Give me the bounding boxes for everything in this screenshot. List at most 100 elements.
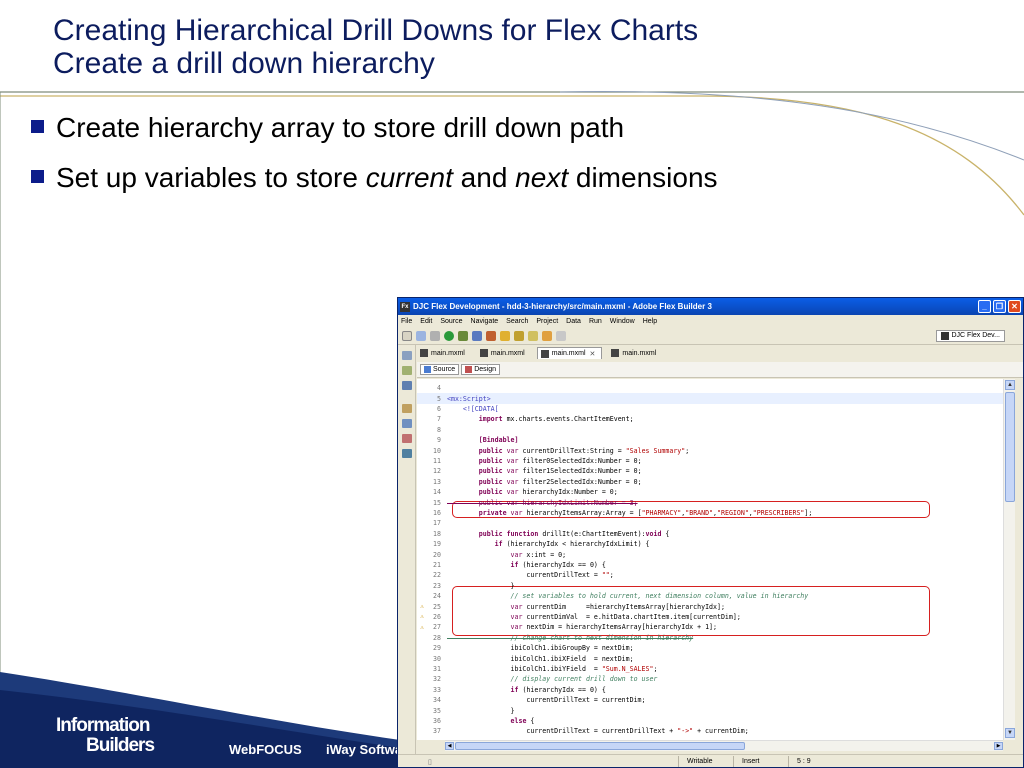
navigate-icon[interactable]	[528, 330, 538, 341]
menu-navigate[interactable]: Navigate	[471, 318, 499, 325]
line-number: 25	[433, 602, 441, 611]
slide-title-line2: Create a drill down hierarchy	[53, 47, 435, 80]
line-number: 6	[437, 404, 441, 413]
menu-bar: File Edit Source Navigate Search Project Data R…	[398, 315, 1023, 327]
footer-webfocus: WebFOCUS	[229, 742, 302, 757]
menu-run[interactable]: Run	[589, 318, 602, 325]
menu-window[interactable]: Window	[610, 318, 635, 325]
editor-tab[interactable]: main.mxml	[608, 347, 662, 359]
code-editor[interactable]: 4 5 <mx:Script> 6 <![CDATA[7 import mx.char…	[417, 379, 1003, 740]
code-line: 11 public var filter0SelectedIdx:Number …	[417, 456, 1003, 466]
editor-tab[interactable]: main.mxml	[417, 347, 471, 359]
debug-icon[interactable]	[458, 330, 468, 341]
print-icon[interactable]	[430, 330, 440, 341]
navigator-icon[interactable]	[401, 351, 412, 360]
mxml-file-icon	[420, 349, 428, 357]
search-icon[interactable]	[500, 330, 510, 341]
mxml-file-icon	[479, 349, 488, 357]
line-number: 22	[433, 571, 441, 580]
source-label: Source	[433, 366, 456, 373]
vertical-scroll-thumb[interactable]	[1005, 392, 1015, 502]
maximize-button[interactable]: ❐	[993, 300, 1006, 313]
properties-icon[interactable]	[401, 404, 412, 413]
code-text: ibiColCh1.ibiGroupBy = nextDim;	[447, 644, 634, 653]
problems-icon[interactable]	[401, 434, 412, 443]
status-position: 5 : 9	[788, 755, 848, 767]
perspective-icon	[940, 331, 949, 340]
design-label: Design	[474, 366, 496, 373]
line-number: 17	[433, 519, 441, 528]
menu-project[interactable]: Project	[536, 318, 558, 325]
editor-tab[interactable]: main.mxml	[477, 347, 531, 359]
code-text: <![CDATA[	[447, 404, 499, 413]
code-line: 31 ibiColCh1.ibiYField = "Sum.N_SALES";	[417, 664, 1003, 674]
line-number: 18	[433, 529, 441, 538]
components-icon[interactable]	[401, 381, 412, 390]
code-line: 30 ibiColCh1.ibiXField = nextDim;	[417, 653, 1003, 663]
menu-file[interactable]: File	[401, 318, 412, 325]
menu-help[interactable]: Help	[643, 318, 657, 325]
left-view-bar	[398, 345, 416, 755]
new-icon[interactable]	[402, 330, 412, 341]
scroll-left-icon[interactable]: ◀	[445, 742, 454, 750]
menu-data[interactable]: Data	[566, 318, 581, 325]
outline-icon[interactable]	[401, 366, 412, 375]
bullet-item: Set up variables to store current and ne…	[28, 158, 968, 208]
minimize-button[interactable]: _	[978, 300, 991, 313]
code-line: 24 // set variables to hold current, nex…	[417, 591, 1003, 601]
code-text: else {	[510, 716, 535, 725]
scroll-right-icon[interactable]: ▶	[994, 742, 1003, 750]
external-tools-icon[interactable]	[486, 330, 496, 341]
vertical-scrollbar[interactable]: ▲ ▼	[1003, 379, 1015, 740]
line-number: 29	[433, 644, 441, 653]
bullet-emphasis: current	[365, 162, 453, 193]
line-number: 30	[433, 654, 441, 663]
profile-icon[interactable]	[472, 330, 482, 341]
horizontal-scrollbar[interactable]: ◀ ▶	[445, 740, 1003, 751]
tab-close-icon[interactable]: ✕	[590, 350, 596, 358]
code-line: 36 else {	[417, 716, 1003, 726]
line-number: 9	[437, 436, 441, 445]
back-icon[interactable]	[542, 330, 552, 341]
close-button[interactable]: ✕	[1008, 300, 1021, 313]
company-logo: Information Builders	[56, 716, 155, 756]
code-line: 18 public function drillIt(e:ChartItemEv…	[417, 529, 1003, 539]
perspective-label: DJC Flex Dev...	[951, 332, 1001, 339]
flex-app-icon: Fx	[400, 301, 410, 312]
code-line: 20 var x:int = 0;	[417, 549, 1003, 559]
scroll-down-icon[interactable]: ▼	[1005, 728, 1015, 738]
menu-search[interactable]: Search	[506, 318, 528, 325]
logo-line2: Builders	[86, 735, 155, 756]
line-number: 33	[433, 685, 441, 694]
code-text: currentDrillText = "";	[447, 571, 614, 580]
annotation-icon[interactable]	[514, 330, 524, 341]
menu-edit[interactable]: Edit	[420, 318, 432, 325]
perspective-switcher[interactable]: DJC Flex Dev...	[935, 329, 1005, 342]
warning-icon: ⚠	[420, 623, 424, 631]
scroll-up-icon[interactable]: ▲	[1005, 380, 1015, 390]
status-indicator-icon: ▯	[428, 758, 432, 766]
code-line: 35 }	[417, 705, 1003, 715]
line-number: 7	[437, 415, 441, 424]
code-text: ibiColCh1.ibiYField = "Sum.N_SALES";	[447, 664, 658, 673]
window-titlebar[interactable]: Fx DJC Flex Development - hdd-3-hierarch…	[398, 298, 1023, 315]
code-line: 37 currentDrillText = currentDrillText +…	[417, 726, 1003, 736]
line-number: 34	[433, 696, 441, 705]
states-icon[interactable]	[401, 419, 412, 428]
line-number: 28	[433, 633, 441, 642]
source-button[interactable]: Source	[420, 364, 460, 375]
code-line: 15 public var hierarchyIdxLimit:Number =…	[417, 497, 1003, 507]
code-text: if (hierarchyIdx == 0) {	[510, 685, 606, 694]
line-number: 35	[433, 706, 441, 715]
save-icon[interactable]	[416, 330, 426, 341]
horizontal-scroll-thumb[interactable]	[455, 742, 745, 750]
menu-source[interactable]: Source	[440, 318, 462, 325]
code-text: }	[447, 581, 515, 590]
forward-icon[interactable]	[556, 330, 566, 341]
design-button[interactable]: Design	[461, 364, 500, 375]
run-icon[interactable]	[444, 330, 454, 341]
code-line: 34 currentDrillText = currentDim;	[417, 695, 1003, 705]
editor-tab[interactable]: main.mxml ✕	[536, 347, 603, 359]
layout-icon[interactable]	[401, 449, 412, 458]
code-line: 14 public var hierarchyIdx:Number = 0;	[417, 487, 1003, 497]
